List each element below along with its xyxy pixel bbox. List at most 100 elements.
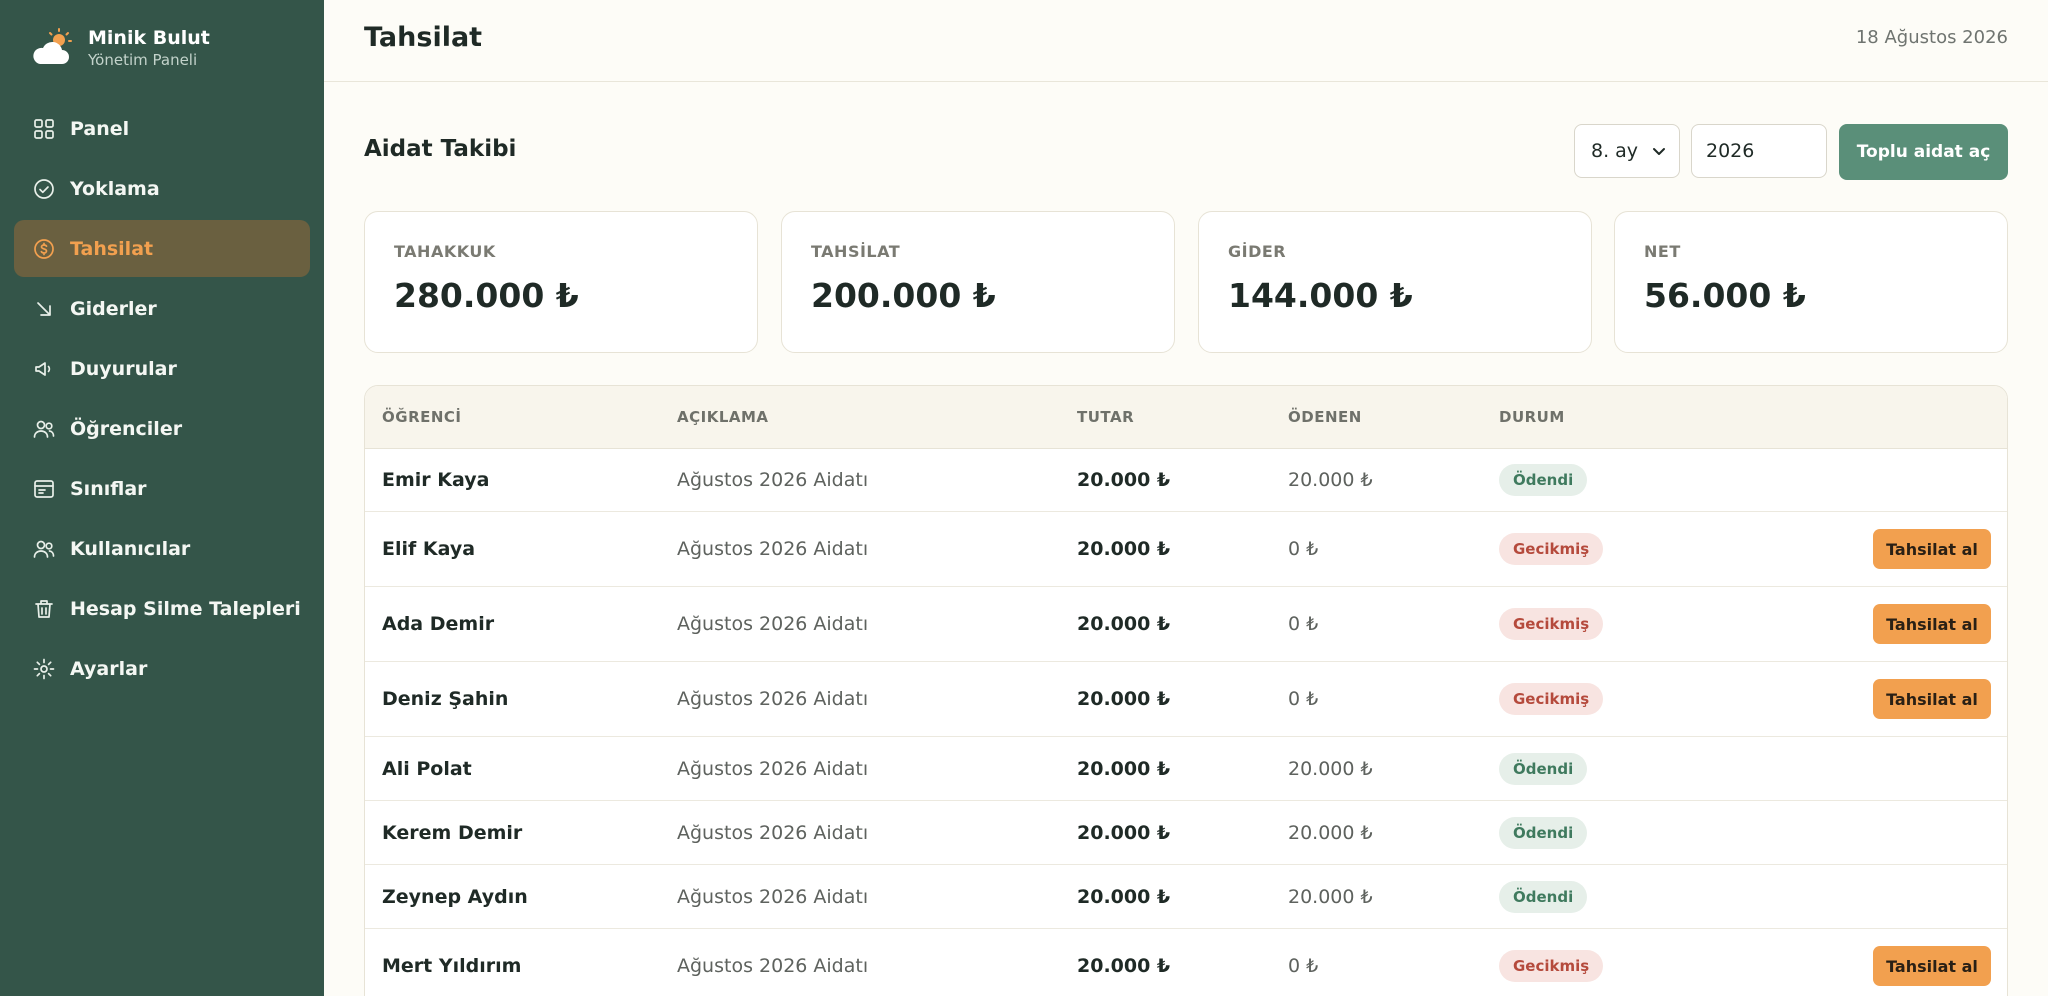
table-row: Mert Yıldırım Ağustos 2026 Aidatı 20.000 ₺… [365,929,2007,996]
brand-name: Minik Bulut [88,27,210,49]
stat-card-net: NET 56.000 ₺ [1614,211,2008,353]
year-input[interactable] [1691,124,1827,178]
stat-label: TAHSİLAT [811,242,901,261]
sidebar-item-yoklama[interactable]: Yoklama [14,160,310,217]
row-amount: 20.000 ₺ [1077,469,1171,491]
sidebar-item-label: Giderler [70,297,157,320]
stat-label: NET [1644,242,1681,261]
status-badge: Gecikmiş [1499,950,1604,982]
student-name: Deniz Şahin [382,688,509,710]
collect-payment-button[interactable]: Tahsilat al [1873,679,1991,719]
row-paid: 20.000 ₺ [1288,757,1373,780]
status-badge: Ödendi [1499,816,1588,849]
column-header-paid: ÖDENEN [1288,408,1362,426]
sidebar: Minik Bulut Yönetim Paneli Panel Yoklama… [0,0,324,996]
top-bar: Tahsilat 18 Ağustos 2026 [324,0,2048,82]
brand-subtitle: Yönetim Paneli [88,51,198,69]
sidebar-item-siniflar[interactable]: Sınıflar [14,460,310,517]
status-badge: Ödendi [1499,752,1588,785]
column-header-description: AÇIKLAMA [677,408,769,426]
table-row: Ada Demir Ağustos 2026 Aidatı 20.000 ₺ 0 ₺ G… [365,587,2007,662]
row-description: Ağustos 2026 Aidatı [677,955,869,977]
table-row: Kerem Demir Ağustos 2026 Aidatı 20.000 ₺ 20… [365,801,2007,865]
sidebar-item-label: Hesap Silme Talepleri [70,597,301,620]
sidebar-item-label: Panel [70,117,130,140]
row-amount: 20.000 ₺ [1077,688,1171,710]
row-amount: 20.000 ₺ [1077,955,1171,977]
student-name: Kerem Demir [382,821,523,844]
current-date: 18 Ağustos 2026 [1855,27,2008,48]
status-badge: Ödendi [1499,880,1588,913]
row-paid: 20.000 ₺ [1288,821,1373,844]
trash-icon [32,597,56,621]
status-badge: Gecikmiş [1499,683,1604,715]
bulk-dues-button[interactable]: Toplu aidat aç [1839,124,2008,180]
row-amount: 20.000 ₺ [1077,757,1171,780]
brand[interactable]: Minik Bulut Yönetim Paneli [30,26,210,70]
collect-payment-button[interactable]: Tahsilat al [1873,604,1991,644]
sidebar-item-label: Öğrenciler [70,417,183,440]
row-paid: 0 ₺ [1288,613,1319,635]
cloud-sun-logo-icon [33,28,72,64]
table-row: Elif Kaya Ağustos 2026 Aidatı 20.000 ₺ 0 ₺ G… [365,512,2007,587]
row-paid: 20.000 ₺ [1288,469,1373,491]
status-badge: Gecikmiş [1499,533,1604,565]
sidebar-item-hesap-silme[interactable]: Hesap Silme Talepleri [14,580,310,637]
stat-value: 280.000 ₺ [394,276,579,315]
row-amount: 20.000 ₺ [1077,613,1171,635]
column-header-student: ÖĞRENCİ [382,408,462,426]
section-header: Aidat Takibi 8. ay Toplu aidat aç [364,122,2008,180]
sidebar-item-giderler[interactable]: Giderler [14,280,310,337]
table-row: Deniz Şahin Ağustos 2026 Aidatı 20.000 ₺ 0 … [365,662,2007,737]
row-paid: 0 ₺ [1288,688,1319,710]
dues-table: ÖĞRENCİ AÇIKLAMA TUTAR ÖDENEN DURUM Emir… [364,385,2008,996]
row-paid: 0 ₺ [1288,538,1319,560]
arrow-down-right-icon [32,297,56,321]
table-header: ÖĞRENCİ AÇIKLAMA TUTAR ÖDENEN DURUM [365,386,2007,449]
sidebar-item-label: Kullanıcılar [70,537,191,560]
stat-label: GİDER [1228,242,1287,261]
megaphone-icon [32,357,56,381]
row-amount: 20.000 ₺ [1077,821,1171,844]
month-select[interactable]: 8. ay [1574,124,1680,178]
row-paid: 0 ₺ [1288,955,1319,977]
collect-payment-button[interactable]: Tahsilat al [1873,529,1991,569]
sidebar-item-kullanicilar[interactable]: Kullanıcılar [14,520,310,577]
column-header-amount: TUTAR [1077,408,1135,426]
sidebar-item-panel[interactable]: Panel [14,100,310,157]
table-row: Zeynep Aydın Ağustos 2026 Aidatı 20.000 ₺ 2… [365,865,2007,929]
sidebar-item-duyurular[interactable]: Duyurular [14,340,310,397]
sidebar-item-tahsilat[interactable]: Tahsilat [14,220,310,277]
stat-card-tahsilat: TAHSİLAT 200.000 ₺ [781,211,1175,353]
table-row: Emir Kaya Ağustos 2026 Aidatı 20.000 ₺ 20.0… [365,449,2007,512]
stat-value: 144.000 ₺ [1228,276,1413,315]
section-title: Aidat Takibi [364,136,517,162]
coin-icon [32,237,56,261]
users-icon [32,417,56,441]
status-badge: Ödendi [1499,464,1588,496]
row-description: Ağustos 2026 Aidatı [677,538,869,560]
sidebar-item-label: Yoklama [70,177,160,200]
row-amount: 20.000 ₺ [1077,885,1171,908]
student-name: Ada Demir [382,613,495,635]
row-paid: 20.000 ₺ [1288,885,1373,908]
chevron-down-icon [1653,148,1665,155]
sidebar-item-ayarlar[interactable]: Ayarlar [14,640,310,697]
stat-label: TAHAKKUK [394,242,496,261]
sidebar-item-ogrenciler[interactable]: Öğrenciler [14,400,310,457]
sidebar-item-label: Tahsilat [70,237,154,260]
month-select-value: 8. ay [1591,140,1639,162]
stat-card-gider: GİDER 144.000 ₺ [1198,211,1592,353]
collect-payment-button[interactable]: Tahsilat al [1873,946,1991,986]
sidebar-nav: Panel Yoklama Tahsilat Giderler Duyurula… [14,100,310,700]
row-description: Ağustos 2026 Aidatı [677,821,869,844]
student-name: Zeynep Aydın [382,885,528,908]
stat-value: 200.000 ₺ [811,276,996,315]
row-description: Ağustos 2026 Aidatı [677,613,869,635]
row-amount: 20.000 ₺ [1077,538,1171,560]
stat-value: 56.000 ₺ [1644,276,1806,315]
sidebar-item-label: Duyurular [70,357,177,380]
calendar-icon [32,477,56,501]
row-description: Ağustos 2026 Aidatı [677,469,869,491]
student-name: Elif Kaya [382,538,476,560]
